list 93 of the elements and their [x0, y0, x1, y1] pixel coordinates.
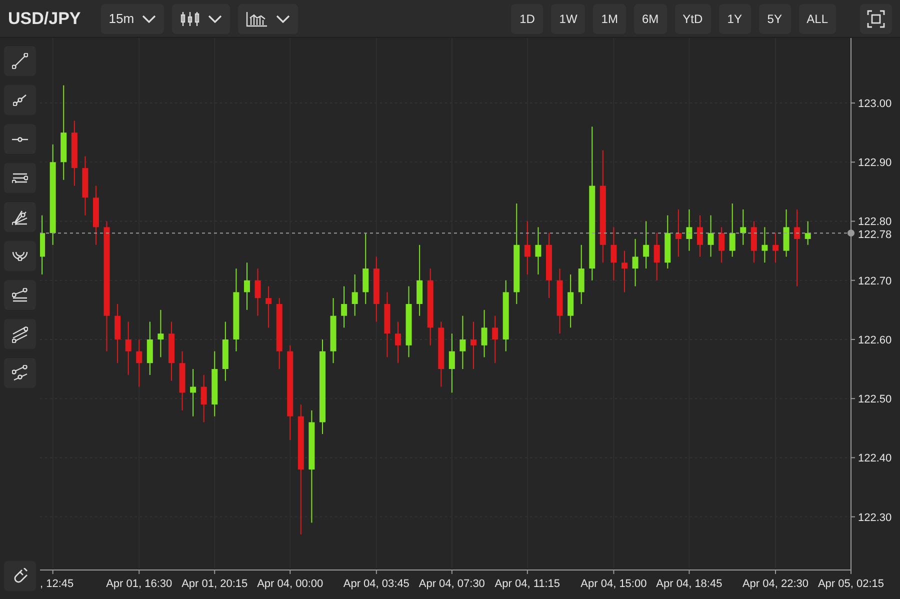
range-button[interactable]: 1W: [551, 4, 586, 34]
price-axis-label: 122.50: [858, 394, 892, 406]
candlestick: [675, 208, 682, 258]
magnet-button[interactable]: [4, 561, 36, 591]
candlestick: [190, 368, 196, 417]
drawing-tool-button[interactable]: [4, 124, 36, 154]
candlestick: [804, 220, 811, 246]
candlestick: [578, 244, 584, 304]
range-button[interactable]: YtD: [674, 4, 711, 34]
candlestick: [568, 274, 574, 328]
candlestick: [114, 304, 121, 364]
candlestick-icon: [180, 10, 200, 26]
time-axis-label: Apr 05, 02:15: [818, 578, 884, 590]
fullscreen-icon: [867, 10, 885, 28]
price-axis-label: 123.00: [858, 98, 892, 110]
candlestick: [362, 232, 369, 304]
drawing-tool-button[interactable]: [4, 85, 36, 115]
drawing-tool-button[interactable]: [4, 163, 36, 193]
time-axis-label: Apr 04, 00:00: [257, 578, 324, 590]
drawing-tool-button[interactable]: [4, 358, 36, 388]
candlestick: [470, 321, 476, 370]
candlestick: [266, 286, 272, 328]
candlestick: [244, 262, 250, 310]
candlestick: [492, 315, 498, 364]
candlestick: [535, 226, 542, 275]
price-axis-label: 122.90: [858, 157, 892, 170]
candlestick: [718, 226, 725, 264]
drawing-tool-button[interactable]: [4, 319, 36, 349]
candlestick: [125, 321, 132, 376]
candlestick: [740, 208, 746, 246]
drawing-tool-button[interactable]: [4, 46, 36, 76]
time-axis-label: Apr 01, 20:15: [182, 578, 248, 590]
magnet-icon: [12, 568, 28, 584]
time-axis-label: Apr 01, 16:30: [106, 578, 172, 590]
chevron-down-icon: [208, 14, 222, 22]
candlestick: [40, 214, 46, 275]
symbol-title: USD/JPY: [8, 8, 81, 30]
time-axis-label: Apr 04, 03:45: [343, 578, 410, 590]
price-axis-label: 122.30: [858, 512, 892, 524]
candlestick: [341, 286, 348, 328]
chevron-down-icon: [142, 14, 156, 22]
time-axis-label: Apr 04, 15:00: [580, 578, 647, 590]
candlestick: [772, 232, 778, 264]
time-axis-label: Apr 04, 22:30: [742, 578, 809, 590]
range-button[interactable]: 5Y: [758, 4, 791, 34]
candlestick: [708, 214, 714, 258]
range-button[interactable]: 1D: [511, 4, 544, 34]
candlestick: [783, 208, 790, 258]
candlestick: [394, 321, 401, 364]
candlestick: [750, 220, 757, 264]
candlestick: [158, 309, 164, 358]
candlestick: [481, 309, 488, 358]
price-axis-label: 122.60: [858, 334, 892, 346]
drawing-tool-button[interactable]: [4, 280, 36, 310]
range-button[interactable]: 1Y: [718, 4, 751, 34]
candlestick: [696, 214, 703, 258]
candlestick: [654, 232, 660, 281]
candlestick: [643, 220, 650, 270]
candlestick: [146, 321, 153, 376]
candlestick: [632, 238, 638, 287]
last-price-label: 122.78: [858, 229, 892, 242]
candlestick: [729, 203, 736, 258]
drawing-tool-button[interactable]: [4, 202, 36, 232]
candlestick: [460, 315, 466, 370]
candlestick: [621, 250, 628, 293]
price-axis-label: 122.70: [858, 275, 892, 288]
range-button[interactable]: ALL: [798, 4, 836, 34]
candlestick: [610, 226, 617, 281]
time-axis-label: , 12:45: [40, 578, 74, 590]
chevron-down-icon: [276, 14, 290, 22]
price-axis-label: 122.40: [858, 452, 892, 465]
range-button[interactable]: 6M: [634, 4, 667, 34]
candlestick: [524, 220, 530, 275]
candlestick: [686, 208, 692, 252]
candlestick: [448, 333, 455, 394]
candlestick: [762, 226, 768, 264]
candlestick: [254, 268, 261, 316]
range-button[interactable]: 1M: [593, 4, 626, 34]
price-axis-label: 122.80: [858, 216, 892, 228]
interval-dropdown[interactable]: 15m: [100, 4, 164, 34]
time-axis-label: Apr 04, 18:45: [656, 578, 722, 590]
time-axis-label: Apr 04, 11:15: [494, 578, 560, 590]
indicator-dropdown[interactable]: [238, 4, 298, 34]
time-axis-label: Apr 04, 07:30: [418, 578, 485, 590]
bar-chart-icon: [246, 10, 268, 26]
drawing-tool-button[interactable]: [4, 241, 36, 271]
fullscreen-button[interactable]: [860, 4, 892, 34]
chart-type-dropdown[interactable]: [172, 4, 230, 34]
candlestick: [416, 244, 423, 316]
candlestick: [352, 274, 358, 316]
candlestick: [136, 338, 142, 388]
candlestick: [200, 374, 207, 423]
candlestick: [794, 208, 800, 287]
